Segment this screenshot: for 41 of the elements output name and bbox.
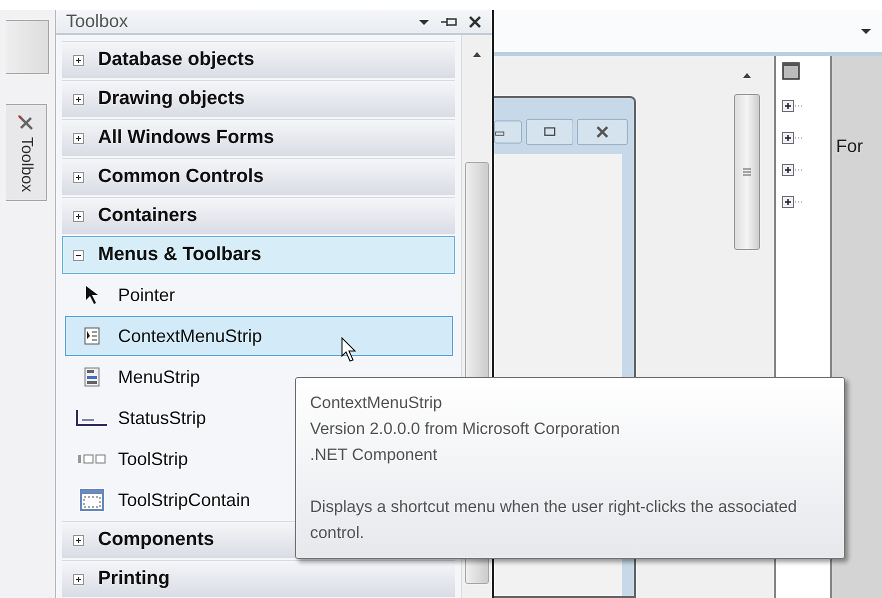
toolbox-side-tab[interactable]: Toolbox bbox=[6, 104, 47, 202]
panel-label: For bbox=[836, 136, 863, 156]
close-icon[interactable] bbox=[468, 14, 482, 28]
category-header[interactable]: Menus & Toolbars bbox=[62, 236, 455, 274]
expand-icon bbox=[73, 132, 84, 144]
category-header[interactable]: Drawing objects bbox=[62, 80, 455, 118]
toolbox-item[interactable]: Pointer bbox=[65, 275, 453, 315]
category-header[interactable]: Database objects bbox=[62, 41, 455, 79]
category-header[interactable]: Common Controls bbox=[62, 158, 455, 196]
toolbar-icon bbox=[76, 453, 108, 465]
close-icon[interactable] bbox=[577, 116, 628, 148]
collapse-icon bbox=[73, 250, 84, 260]
expand-icon bbox=[73, 210, 84, 222]
expand-icon bbox=[73, 172, 84, 182]
category-header[interactable]: All Windows Forms bbox=[62, 119, 455, 157]
mouse-cursor-icon bbox=[341, 337, 359, 363]
category-header[interactable]: Containers bbox=[62, 197, 455, 235]
status-bar-icon bbox=[76, 410, 108, 426]
dropdown-icon[interactable] bbox=[860, 27, 872, 35]
expand-icon[interactable] bbox=[782, 100, 802, 112]
tooltip-version: Version 2.0.0.0 from Microsoft Corporation bbox=[310, 419, 621, 440]
expand-icon bbox=[73, 574, 84, 584]
tooltip-type: .NET Component bbox=[310, 445, 438, 466]
expand-icon[interactable] bbox=[782, 164, 802, 176]
scroll-up-icon[interactable] bbox=[472, 51, 482, 57]
scroll-up-icon[interactable] bbox=[742, 72, 752, 78]
expand-icon[interactable] bbox=[782, 196, 802, 208]
scroll-thumb[interactable] bbox=[734, 94, 760, 250]
grip-icon bbox=[742, 168, 752, 176]
expand-icon bbox=[73, 94, 84, 104]
pin-icon[interactable] bbox=[440, 16, 458, 28]
minimize-icon[interactable] bbox=[494, 118, 522, 146]
dropdown-icon[interactable] bbox=[418, 18, 430, 26]
category-header[interactable]: Printing bbox=[62, 560, 455, 598]
form-icon bbox=[782, 62, 800, 80]
panel-title: Toolbox bbox=[66, 11, 130, 32]
toolbox-item[interactable]: ContextMenuStrip bbox=[65, 316, 453, 356]
expand-icon bbox=[73, 54, 84, 66]
expand-icon[interactable] bbox=[782, 132, 802, 144]
maximize-icon[interactable] bbox=[526, 116, 574, 148]
expand-icon bbox=[73, 534, 84, 546]
